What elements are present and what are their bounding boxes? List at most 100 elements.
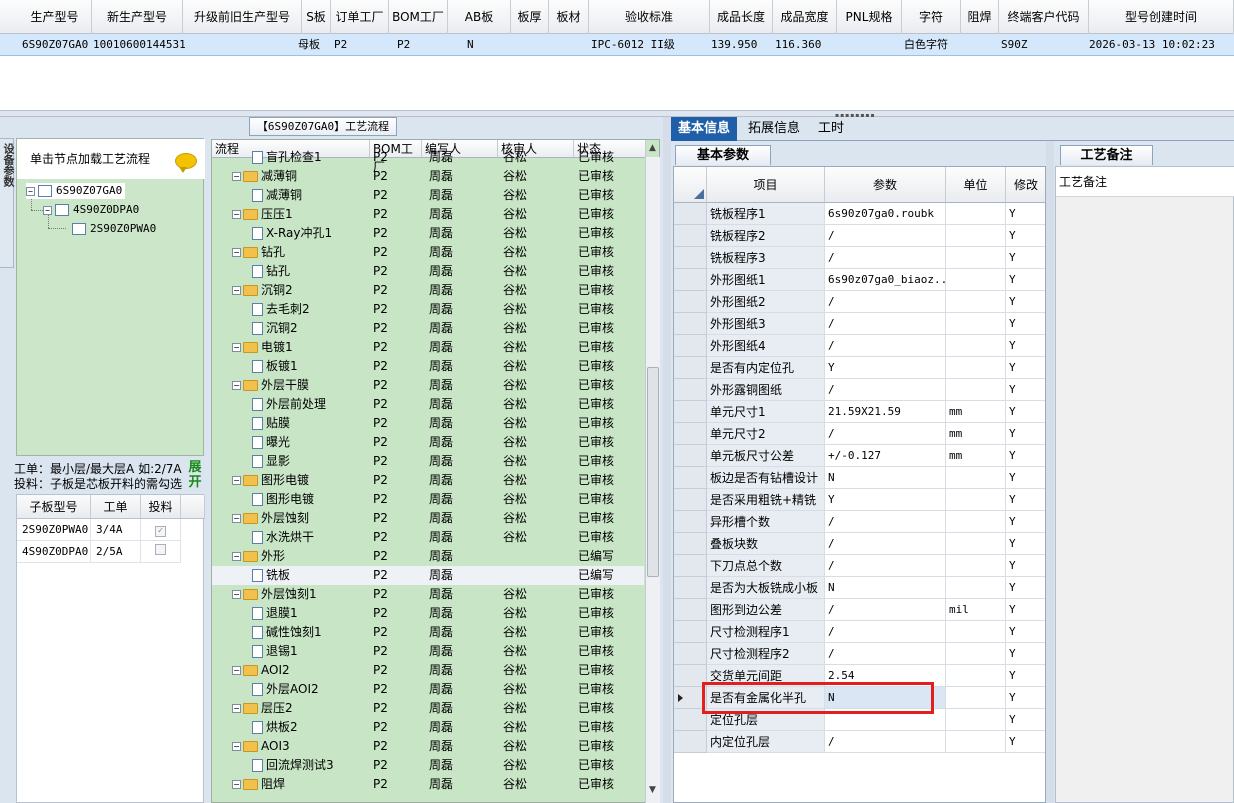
tab-work-hours[interactable]: 工时 <box>811 117 851 141</box>
row-selector[interactable] <box>674 555 707 577</box>
param-value-cell[interactable]: / <box>825 379 946 401</box>
writer-cell[interactable]: 周磊 <box>429 471 453 490</box>
writer-cell[interactable]: 周磊 <box>429 604 453 623</box>
param-item-cell[interactable]: 单元尺寸2 <box>707 423 825 445</box>
product-grid-column-header[interactable]: 生产型号 <box>18 0 92 34</box>
param-value-cell[interactable]: / <box>825 291 946 313</box>
param-unit-cell[interactable]: mil <box>946 599 1006 621</box>
process-row[interactable]: 减薄铜 P2 周磊 谷松 已审核 <box>212 186 644 205</box>
status-cell[interactable]: 已编写 <box>578 566 614 585</box>
param-value-cell[interactable]: 21.59X21.59 <box>825 401 946 423</box>
status-cell[interactable]: 已审核 <box>578 680 614 699</box>
param-item-cell[interactable]: 外形露铜图纸 <box>707 379 825 401</box>
process-row[interactable]: 显影 P2 周磊 谷松 已审核 <box>212 452 644 471</box>
collapse-icon[interactable]: − <box>43 205 52 215</box>
param-modify-cell[interactable]: Y <box>1006 313 1045 335</box>
process-name-cell[interactable]: 盲孔检查1 <box>252 148 370 167</box>
writer-cell[interactable]: 周磊 <box>429 243 453 262</box>
param-item-cell[interactable]: 是否采用粗铣+精铣 <box>707 489 825 511</box>
param-modify-cell[interactable]: Y <box>1006 379 1045 401</box>
bom-factory-cell[interactable]: P2 <box>373 205 388 224</box>
writer-cell[interactable]: 周磊 <box>429 585 453 604</box>
param-item-cell[interactable]: 铣板程序1 <box>707 203 825 225</box>
process-row[interactable]: 去毛刺2 P2 周磊 谷松 已审核 <box>212 300 644 319</box>
row-selector[interactable] <box>674 203 707 225</box>
checker-cell[interactable]: 谷松 <box>503 205 527 224</box>
process-row[interactable]: 铣板 P2 周磊 已编写 <box>212 566 644 585</box>
checker-cell[interactable]: 谷松 <box>503 433 527 452</box>
param-unit-cell[interactable] <box>946 203 1006 225</box>
product-grid-cell[interactable]: 6S90Z07GA0 <box>22 34 88 56</box>
param-unit-cell[interactable]: mm <box>946 445 1006 467</box>
writer-cell[interactable]: 周磊 <box>429 699 453 718</box>
process-name-cell[interactable]: 退膜1 <box>252 604 370 623</box>
param-row[interactable]: 铣板程序3/ Y <box>674 247 1045 269</box>
process-row[interactable]: − 外层蚀刻 P2 周磊 谷松 已审核 <box>212 509 644 528</box>
param-unit-cell[interactable] <box>946 313 1006 335</box>
collapse-icon[interactable]: − <box>232 552 241 561</box>
param-value-cell[interactable]: / <box>825 225 946 247</box>
status-cell[interactable]: 已审核 <box>578 205 614 224</box>
checker-cell[interactable]: 谷松 <box>503 680 527 699</box>
product-grid-column-header[interactable]: 订单工厂 <box>331 0 389 34</box>
process-row[interactable]: 钻孔 P2 周磊 谷松 已审核 <box>212 262 644 281</box>
collapse-icon[interactable]: − <box>232 210 241 219</box>
checker-cell[interactable]: 谷松 <box>503 262 527 281</box>
status-cell[interactable]: 已编写 <box>578 547 614 566</box>
collapse-icon[interactable]: − <box>232 476 241 485</box>
status-cell[interactable]: 已审核 <box>578 281 614 300</box>
param-unit-cell[interactable] <box>946 467 1006 489</box>
status-cell[interactable]: 已审核 <box>578 490 614 509</box>
param-unit-cell[interactable] <box>946 577 1006 599</box>
tab-process-notes[interactable]: 工艺备注 <box>1060 145 1153 165</box>
subboard-order-cell[interactable]: 3/4A <box>91 519 141 541</box>
param-modify-cell[interactable]: Y <box>1006 269 1045 291</box>
param-modify-cell[interactable]: Y <box>1006 709 1045 731</box>
param-unit-cell[interactable] <box>946 335 1006 357</box>
status-cell[interactable]: 已审核 <box>578 433 614 452</box>
collapse-icon[interactable]: − <box>232 381 241 390</box>
product-grid-cell[interactable]: 白色字符 <box>904 34 948 56</box>
bom-factory-cell[interactable]: P2 <box>373 433 388 452</box>
process-row[interactable]: 退锡1 P2 周磊 谷松 已审核 <box>212 642 644 661</box>
status-cell[interactable]: 已审核 <box>578 376 614 395</box>
process-name-cell[interactable]: 烘板2 <box>252 718 370 737</box>
product-grid-cell[interactable]: IPC-6012 II级 <box>591 34 675 56</box>
product-grid-column-header[interactable]: AB板 <box>448 0 511 34</box>
tab-basic-params[interactable]: 基本参数 <box>675 145 771 165</box>
status-cell[interactable]: 已审核 <box>578 319 614 338</box>
param-item-cell[interactable]: 内定位孔层 <box>707 731 825 753</box>
param-row[interactable]: 单元板尺寸公差 +/-0.127 mm Y <box>674 445 1045 467</box>
product-grid-row[interactable]: 6S90Z07GA0 10010600144531 母板 P2 P2 N IPC-6012 … <box>0 34 1234 56</box>
checker-cell[interactable]: 谷松 <box>503 167 527 186</box>
writer-cell[interactable]: 周磊 <box>429 395 453 414</box>
row-selector[interactable] <box>674 225 707 247</box>
bom-factory-cell[interactable]: P2 <box>373 585 388 604</box>
product-grid-column-header[interactable]: 字符 <box>902 0 961 34</box>
param-item-cell[interactable]: 是否为大板铣成小板 <box>707 577 825 599</box>
checker-cell[interactable]: 谷松 <box>503 300 527 319</box>
writer-cell[interactable]: 周磊 <box>429 186 453 205</box>
param-row[interactable]: 是否为大板铣成小板 N Y <box>674 577 1045 599</box>
status-cell[interactable]: 已审核 <box>578 661 614 680</box>
param-row[interactable]: 是否有内定位孔 Y Y <box>674 357 1045 379</box>
checker-cell[interactable]: 谷松 <box>503 148 527 167</box>
feed-checkbox[interactable]: ✓ <box>155 526 166 537</box>
writer-cell[interactable]: 周磊 <box>429 547 453 566</box>
param-unit-cell[interactable] <box>946 511 1006 533</box>
bom-factory-cell[interactable]: P2 <box>373 414 388 433</box>
bom-factory-cell[interactable]: P2 <box>373 699 388 718</box>
param-value-cell[interactable]: +/-0.127 <box>825 445 946 467</box>
process-name-cell[interactable]: − 电镀1 <box>232 338 370 357</box>
process-name-cell[interactable]: 板镀1 <box>252 357 370 376</box>
checker-cell[interactable]: 谷松 <box>503 509 527 528</box>
param-modify-cell[interactable]: Y <box>1006 577 1045 599</box>
process-row[interactable]: 图形电镀 P2 周磊 谷松 已审核 <box>212 490 644 509</box>
tab-extended-info[interactable]: 拓展信息 <box>741 117 807 141</box>
status-cell[interactable]: 已审核 <box>578 642 614 661</box>
param-item-cell[interactable]: 外形图纸3 <box>707 313 825 335</box>
param-modify-cell[interactable]: Y <box>1006 687 1045 709</box>
feed-cell[interactable] <box>141 541 181 563</box>
checker-cell[interactable]: 谷松 <box>503 623 527 642</box>
param-value-cell[interactable]: / <box>825 511 946 533</box>
